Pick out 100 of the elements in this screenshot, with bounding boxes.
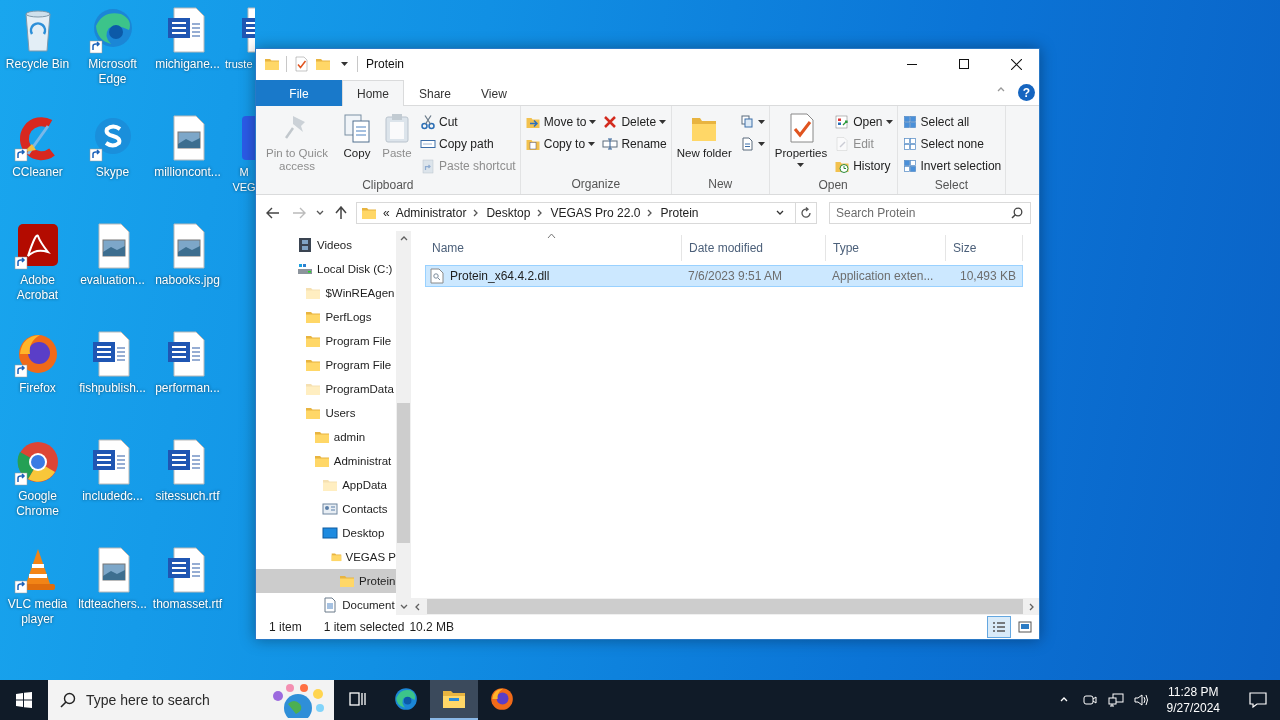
clock[interactable]: 11:28 PM 9/27/2024 (1158, 684, 1228, 716)
tree-item[interactable]: PerfLogs (256, 305, 396, 329)
breadcrumb[interactable]: VEGAS Pro 22.0 (550, 206, 641, 220)
up-arrow-icon (335, 206, 347, 220)
forward-arrow-icon (292, 207, 306, 219)
group-label: Organize (571, 176, 621, 192)
ribbon-button[interactable]: Select none (899, 133, 986, 155)
properties-icon (293, 56, 309, 72)
back-arrow-icon (266, 207, 280, 219)
tree-item[interactable]: Users (256, 401, 396, 425)
folder-icon (442, 688, 466, 710)
ribbon-tab[interactable]: View (466, 80, 522, 106)
ribbon-button[interactable]: History (832, 155, 893, 177)
selection-size: 10.2 MB (409, 620, 455, 634)
column-header[interactable]: Type (826, 235, 946, 261)
chevron-icon (776, 209, 784, 217)
tree-item[interactable]: Local Disk (C:) (256, 257, 396, 281)
volume-icon (1133, 693, 1150, 707)
copy-icon (341, 112, 373, 144)
tree-item[interactable]: admin (256, 425, 396, 449)
column-header[interactable]: Size (946, 235, 1023, 261)
breadcrumb[interactable]: Protein (660, 206, 699, 220)
ribbon-button[interactable]: Invert selection (899, 155, 1004, 177)
ribbon-button[interactable]: Move to (522, 111, 599, 133)
fox-logo-icon (489, 686, 515, 712)
details-view-button[interactable] (987, 616, 1011, 638)
swirl-logo-icon (393, 686, 419, 712)
group-label: Clipboard (362, 177, 414, 193)
caret-icon (340, 62, 348, 66)
ribbon-button[interactable]: Delete (600, 111, 669, 133)
refresh-icon (800, 207, 812, 219)
rename-icon (602, 136, 619, 152)
ribbon-button[interactable]: Copy to (522, 133, 598, 155)
clock-time: 11:28 PM (1168, 684, 1219, 700)
overflow-crumb[interactable]: « (383, 206, 390, 220)
tree-item[interactable]: Protein (256, 569, 396, 593)
search-icon (1011, 207, 1023, 219)
group-label: New (708, 176, 733, 192)
tree-item[interactable]: Videos (256, 233, 396, 257)
search-icon (60, 692, 76, 708)
taskbar-app[interactable] (430, 680, 478, 720)
column-header[interactable]: Name (425, 235, 682, 261)
tree-item[interactable]: $WinREAgen (256, 281, 396, 305)
ribbon-button[interactable]: Copy (338, 110, 376, 162)
folder-icon (264, 56, 280, 72)
chevron-icon (1028, 602, 1036, 611)
help-button[interactable]: ? (1018, 84, 1035, 101)
tree-item[interactable]: AppData (256, 473, 396, 497)
tree-item[interactable]: ProgramData (256, 377, 396, 401)
clock-date: 9/27/2024 (1166, 700, 1220, 716)
caret-icon (757, 142, 765, 146)
scrollbar-thumb[interactable] (427, 599, 1023, 614)
column-header[interactable]: Date modified (682, 235, 826, 261)
delete-icon (602, 114, 619, 130)
network-icon (1107, 693, 1124, 707)
window-title: Protein (366, 57, 405, 71)
ribbon-button[interactable]: Properties (771, 110, 831, 169)
ribbon-button[interactable]: Copy path (418, 133, 496, 155)
chevron-icon (316, 209, 324, 217)
ribbon-button[interactable]: Cut (418, 111, 460, 133)
ribbon-button[interactable]: New folder (673, 110, 735, 162)
ribbon-tab[interactable]: File (256, 80, 342, 106)
ribbon-button[interactable]: Rename (600, 133, 669, 155)
tree-item[interactable]: Contacts (256, 497, 396, 521)
ribbon-button[interactable]: Select all (899, 111, 972, 133)
caret-icon (885, 120, 893, 124)
search-field[interactable]: Search Protein (829, 202, 1031, 224)
tree-item[interactable]: VEGAS P (256, 545, 396, 569)
caret-icon (659, 120, 667, 124)
scrollbar-thumb[interactable] (397, 403, 410, 543)
breadcrumb[interactable]: Desktop (486, 206, 531, 220)
table-cell-text: Application exten... (831, 269, 935, 283)
select-none-icon (901, 136, 918, 152)
tree-item[interactable]: Program File (256, 329, 396, 353)
breadcrumb[interactable]: Administrator (395, 206, 467, 220)
paste-shortcut-icon (420, 158, 436, 174)
tree-item[interactable]: Document (256, 593, 396, 615)
selection-count: 1 item selected (323, 620, 405, 634)
folder-icon (315, 56, 331, 72)
ribbon-tab[interactable]: Home (342, 80, 404, 106)
scissors-icon (420, 114, 436, 130)
close-icon (1010, 58, 1022, 70)
caret-icon (588, 142, 596, 146)
quick-access-button[interactable] (293, 54, 309, 74)
tree-item[interactable]: Desktop (256, 521, 396, 545)
ribbon-button[interactable]: Open (832, 111, 895, 133)
ribbon-tab[interactable]: Share (404, 80, 467, 106)
caret-icon (797, 163, 805, 167)
tree-item[interactable]: Administrat (256, 449, 396, 473)
address-bar[interactable]: « Administrator Desktop VEGAS Pro 22.0 Protein (356, 202, 817, 224)
group-label: Open (818, 177, 848, 193)
table-cell-text: 10,493 KB (958, 269, 1017, 283)
search-field[interactable]: Type here to search (48, 680, 334, 720)
group-label: Select (934, 177, 969, 193)
minimize-icon (907, 63, 917, 65)
file-row[interactable]: Protein_x64.4.2.dll 7/6/2023 9:51 AM Application exten... 10,493 KB (425, 265, 1023, 287)
tree-item[interactable]: Program File (256, 353, 396, 377)
chevron-icon (997, 86, 1005, 94)
table-cell: Protein_x64.4.2.dll (426, 268, 682, 284)
edit-icon (834, 136, 851, 152)
